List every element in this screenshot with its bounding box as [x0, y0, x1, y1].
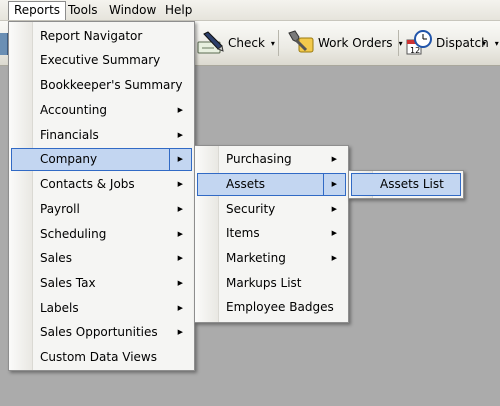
menu-item-label: Assets — [226, 177, 266, 191]
dispatch-label: Dispatch — [436, 36, 489, 50]
menu-item-label: Custom Data Views — [40, 350, 157, 364]
menu-item-label: Financials — [40, 128, 99, 142]
menu-item-label: Items — [226, 226, 260, 240]
submenu-arrow-icon: ▶ — [177, 131, 183, 139]
toolbar-left-icon[interactable] — [0, 33, 8, 55]
submenu-arrow-icon: ▶ — [177, 205, 183, 213]
menu-item-payroll[interactable]: Payroll ▶ — [11, 198, 192, 221]
menu-item-labels[interactable]: Labels ▶ — [11, 297, 192, 320]
menu-item-contacts-jobs[interactable]: Contacts & Jobs ▶ — [11, 173, 192, 196]
menu-window[interactable]: Window — [104, 1, 161, 20]
toolbar-separator — [278, 30, 279, 56]
toolbar-overflow-caret: ▾ — [482, 38, 487, 48]
menu-help-label: Help — [165, 3, 193, 17]
submenu-arrow-icon: ▶ — [331, 205, 337, 213]
menu-item-label: Payroll — [40, 202, 80, 216]
menu-item-label: Assets List — [380, 177, 444, 191]
menu-item-employee-badges[interactable]: Employee Badges — [197, 296, 346, 319]
submenu-arrow-icon: ▶ — [177, 328, 183, 336]
menu-item-label: Contacts & Jobs — [40, 177, 135, 191]
work-orders-label: Work Orders — [318, 36, 393, 50]
submenu-arrow-icon: ▶ — [177, 304, 183, 312]
menu-item-executive-summary[interactable]: Executive Summary — [11, 49, 192, 72]
menu-item-label: Executive Summary — [40, 53, 161, 67]
menu-item-financials[interactable]: Financials ▶ — [11, 124, 192, 147]
menu-item-items[interactable]: Items ▶ — [197, 222, 346, 245]
menu-item-label: Sales Opportunities — [40, 325, 158, 339]
menu-item-accounting[interactable]: Accounting ▶ — [11, 99, 192, 122]
menu-item-label: Sales — [40, 251, 72, 265]
work-orders-dropdown-caret[interactable]: ▾ — [399, 39, 403, 48]
menu-item-label: Labels — [40, 301, 79, 315]
menu-reports[interactable]: Reports — [8, 1, 67, 20]
menu-item-label: Company — [40, 152, 98, 166]
menu-help[interactable]: Help — [160, 1, 197, 20]
menu-bar: Reports Tools Window Help — [0, 0, 500, 21]
menu-item-company[interactable]: Company ▶ — [11, 148, 192, 171]
menu-item-label: Accounting — [40, 103, 108, 117]
menu-item-security[interactable]: Security ▶ — [197, 198, 346, 221]
menu-reports-label: Reports — [14, 3, 61, 17]
assets-submenu: Assets List — [348, 170, 464, 199]
menu-item-assets-list[interactable]: Assets List — [351, 173, 461, 196]
submenu-arrow-icon: ▶ — [177, 254, 183, 262]
menu-item-sales-opportunities[interactable]: Sales Opportunities ▶ — [11, 321, 192, 344]
check-button[interactable]: Check ▾ — [196, 28, 275, 58]
clock-calendar-icon: 12 — [404, 30, 432, 56]
reports-menu: Report Navigator Executive Summary Bookk… — [8, 21, 195, 371]
menu-item-markups-list[interactable]: Markups List — [197, 272, 346, 295]
check-pen-icon — [196, 30, 224, 56]
submenu-arrow-icon: ▶ — [177, 155, 183, 163]
menu-window-label: Window — [109, 3, 157, 17]
dispatch-dropdown-caret[interactable]: ▾ — [495, 39, 499, 48]
menu-item-label: Scheduling — [40, 227, 107, 241]
menu-item-scheduling[interactable]: Scheduling ▶ — [11, 223, 192, 246]
menu-item-label: Report Navigator — [40, 29, 143, 43]
check-dropdown-caret[interactable]: ▾ — [271, 39, 275, 48]
submenu-arrow-icon: ▶ — [331, 254, 337, 262]
company-submenu: Purchasing ▶ Assets ▶ Security ▶ Items ▶ Mar… — [194, 145, 349, 323]
menu-item-report-navigator[interactable]: Report Navigator — [11, 25, 192, 48]
submenu-arrow-icon: ▶ — [331, 180, 337, 188]
menu-item-sales[interactable]: Sales ▶ — [11, 247, 192, 270]
menu-item-purchasing[interactable]: Purchasing ▶ — [197, 148, 346, 171]
menu-tools[interactable]: Tools — [63, 1, 103, 20]
submenu-arrow-icon: ▶ — [177, 279, 183, 287]
menu-item-sales-tax[interactable]: Sales Tax ▶ — [11, 272, 192, 295]
wrench-icon — [286, 30, 314, 56]
work-orders-button[interactable]: Work Orders ▾ — [286, 28, 403, 58]
submenu-arrow-icon: ▶ — [177, 230, 183, 238]
menu-item-custom-data-views[interactable]: Custom Data Views — [11, 346, 192, 369]
menu-tools-label: Tools — [68, 3, 98, 17]
check-label: Check — [228, 36, 265, 50]
submenu-arrow-icon: ▶ — [177, 180, 183, 188]
toolbar-separator — [398, 30, 399, 56]
menu-item-label: Security — [226, 202, 276, 216]
menu-item-label: Employee Badges — [226, 300, 334, 314]
menu-item-label: Marketing — [226, 251, 286, 265]
menu-item-label: Bookkeeper's Summary — [40, 78, 183, 92]
menu-item-marketing[interactable]: Marketing ▶ — [197, 247, 346, 270]
toolbar-overflow-button[interactable]: ▾ — [482, 28, 486, 58]
submenu-arrow-icon: ▶ — [331, 229, 337, 237]
menu-item-assets[interactable]: Assets ▶ — [197, 173, 346, 196]
submenu-arrow-icon: ▶ — [331, 155, 337, 163]
menu-item-label: Markups List — [226, 276, 302, 290]
svg-text:12: 12 — [410, 46, 420, 55]
submenu-arrow-icon: ▶ — [177, 106, 183, 114]
menu-item-label: Sales Tax — [40, 276, 96, 290]
menu-item-label: Purchasing — [226, 152, 292, 166]
menu-item-bookkeepers-summary[interactable]: Bookkeeper's Summary — [11, 74, 192, 97]
